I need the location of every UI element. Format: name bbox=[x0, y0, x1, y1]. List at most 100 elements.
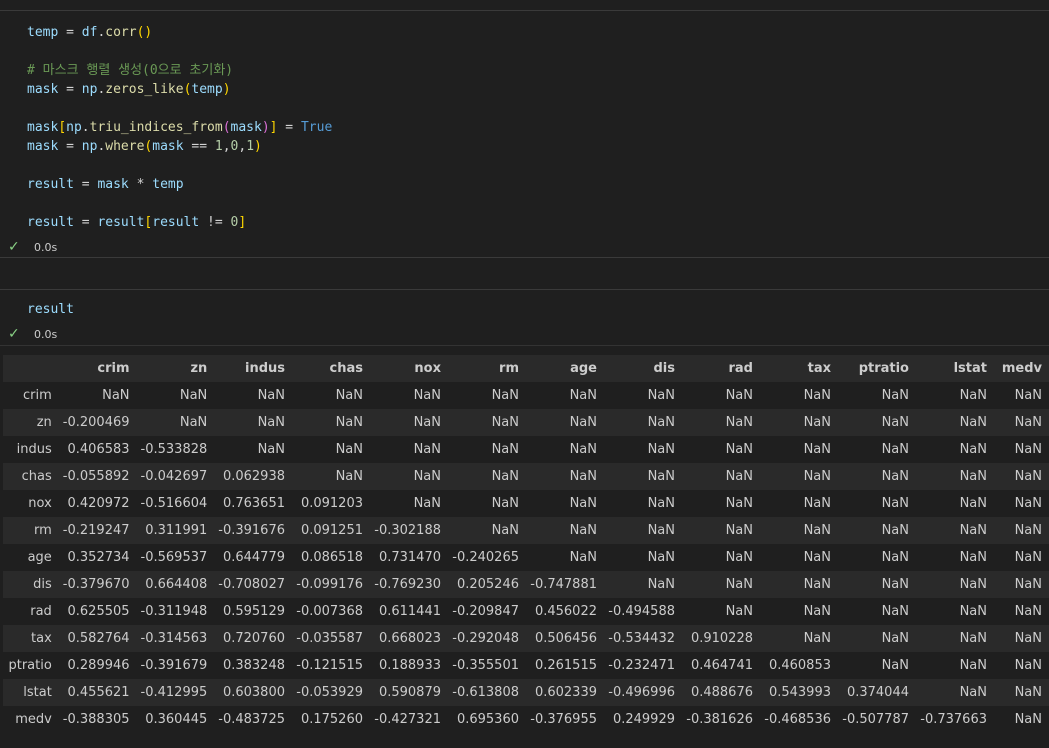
table-cell: -0.376955 bbox=[530, 712, 597, 727]
table-cell: -0.053929 bbox=[296, 685, 363, 700]
table-cell: 0.602339 bbox=[534, 685, 597, 700]
table-cell: NaN bbox=[959, 604, 987, 619]
code-line[interactable]: # 마스크 행렬 생성(0으로 초기화) bbox=[27, 61, 332, 80]
code-token: ) bbox=[261, 120, 270, 135]
table-cell: NaN bbox=[959, 631, 987, 646]
table-cell: NaN bbox=[335, 388, 363, 403]
table-cell: -0.219247 bbox=[62, 523, 130, 538]
row-index: dis bbox=[33, 577, 52, 592]
code-token: np bbox=[66, 120, 82, 135]
table-cell: -0.613808 bbox=[452, 685, 519, 700]
table-cell: 0.506456 bbox=[534, 631, 597, 646]
code-editor[interactable]: temp = df.corr() # 마스크 행렬 생성(0으로 초기화) mas… bbox=[27, 23, 332, 232]
code-line[interactable] bbox=[27, 194, 332, 213]
table-cell: NaN bbox=[959, 415, 987, 430]
code-token: , bbox=[238, 139, 247, 154]
table-cell: 0.664408 bbox=[145, 577, 208, 592]
table-cell: -0.292048 bbox=[452, 631, 519, 646]
table-cell: NaN bbox=[413, 442, 441, 457]
code-token: result bbox=[97, 215, 145, 230]
table-cell: NaN bbox=[257, 442, 285, 457]
code-token: mask bbox=[27, 120, 59, 135]
table-cell: NaN bbox=[335, 415, 363, 430]
code-token: df bbox=[81, 25, 98, 40]
execution-status: ✓ 0.0s bbox=[8, 239, 57, 255]
table-cell: -0.769230 bbox=[374, 577, 441, 592]
table-cell: 0.420972 bbox=[67, 496, 130, 511]
code-token: = bbox=[277, 120, 301, 135]
table-cell: -0.302188 bbox=[374, 523, 441, 538]
code-token: True bbox=[300, 120, 333, 135]
table-cell: NaN bbox=[959, 469, 987, 484]
table-cell: 0.625505 bbox=[67, 604, 130, 619]
code-line[interactable]: result = mask * temp bbox=[27, 175, 332, 194]
table-cell: NaN bbox=[1014, 712, 1042, 727]
table-cell: 0.062938 bbox=[222, 469, 285, 484]
table-cell: -0.516604 bbox=[140, 496, 208, 511]
code-token: [ bbox=[58, 120, 67, 135]
table-cell: NaN bbox=[725, 442, 753, 457]
code-token: mask bbox=[27, 82, 59, 97]
table-cell: -0.232471 bbox=[608, 658, 675, 673]
table-cell: NaN bbox=[725, 577, 753, 592]
table-cell: 0.086518 bbox=[300, 550, 363, 565]
table-cell: NaN bbox=[491, 442, 519, 457]
code-token: mask bbox=[152, 139, 184, 154]
table-cell: NaN bbox=[1014, 469, 1042, 484]
table-row: medv -0.388305 0.360445 -0.483725 0.175260 -0… bbox=[3, 706, 1049, 733]
code-cell-1[interactable]: temp = df.corr() # 마스크 행렬 생성(0으로 초기화) mas… bbox=[0, 11, 1049, 257]
code-line[interactable]: mask = np.where(mask == 1,0,1) bbox=[27, 137, 332, 156]
table-cell: NaN bbox=[1014, 658, 1042, 673]
table-cell: 0.668023 bbox=[378, 631, 441, 646]
code-token: result bbox=[27, 302, 74, 317]
table-cell: NaN bbox=[647, 523, 675, 538]
table-cell: NaN bbox=[803, 550, 831, 565]
table-cell: NaN bbox=[491, 388, 519, 403]
code-line[interactable] bbox=[27, 99, 332, 118]
output-border bbox=[0, 345, 1049, 346]
code-line[interactable]: mask[np.triu_indices_from(mask)] = True bbox=[27, 118, 332, 137]
table-cell: 0.360445 bbox=[145, 712, 208, 727]
code-line[interactable]: temp = df.corr() bbox=[27, 23, 332, 42]
table-cell: NaN bbox=[1014, 631, 1042, 646]
table-cell: 0.175260 bbox=[300, 712, 363, 727]
code-token: , bbox=[222, 139, 231, 154]
code-token: = bbox=[58, 139, 82, 154]
table-cell: -0.494588 bbox=[608, 604, 675, 619]
code-token: ] bbox=[238, 215, 247, 230]
code-token: where bbox=[105, 139, 145, 154]
table-row: chas -0.055892 -0.042697 0.062938 NaN NaN NaN N… bbox=[3, 463, 1049, 490]
table-cell: NaN bbox=[959, 577, 987, 592]
column-header-rad: rad bbox=[728, 361, 754, 376]
code-line[interactable] bbox=[27, 42, 332, 61]
table-cell: -0.708027 bbox=[218, 577, 285, 592]
table-cell: NaN bbox=[569, 388, 597, 403]
code-line[interactable]: mask = np.zeros_like(temp) bbox=[27, 80, 332, 99]
table-cell: -0.121515 bbox=[296, 658, 363, 673]
code-token: 1 bbox=[246, 139, 255, 154]
code-cell-2[interactable]: result ✓ 0.0s bbox=[0, 290, 1049, 345]
table-cell: NaN bbox=[102, 388, 130, 403]
table-cell: 0.543993 bbox=[768, 685, 831, 700]
table-cell: NaN bbox=[491, 469, 519, 484]
code-token: . bbox=[81, 120, 90, 135]
table-cell: 0.460853 bbox=[768, 658, 831, 673]
table-cell: 0.763651 bbox=[222, 496, 285, 511]
table-row: dis -0.379670 0.664408 -0.708027 -0.099176 -0… bbox=[3, 571, 1049, 598]
column-header-tax: tax bbox=[807, 361, 831, 376]
code-line[interactable]: result bbox=[27, 300, 74, 319]
table-cell: NaN bbox=[725, 604, 753, 619]
table-cell: 0.603800 bbox=[222, 685, 285, 700]
table-cell: NaN bbox=[257, 388, 285, 403]
code-line[interactable] bbox=[27, 156, 332, 175]
table-cell: NaN bbox=[881, 442, 909, 457]
code-line[interactable]: result = result[result != 0] bbox=[27, 213, 332, 232]
table-cell: -0.737663 bbox=[920, 712, 987, 727]
table-cell: 0.311991 bbox=[145, 523, 208, 538]
table-cell: NaN bbox=[1014, 685, 1042, 700]
table-cell: NaN bbox=[413, 415, 441, 430]
table-cell: NaN bbox=[881, 523, 909, 538]
column-header-rm: rm bbox=[499, 361, 519, 376]
code-editor[interactable]: result bbox=[27, 300, 74, 319]
table-cell: NaN bbox=[881, 388, 909, 403]
